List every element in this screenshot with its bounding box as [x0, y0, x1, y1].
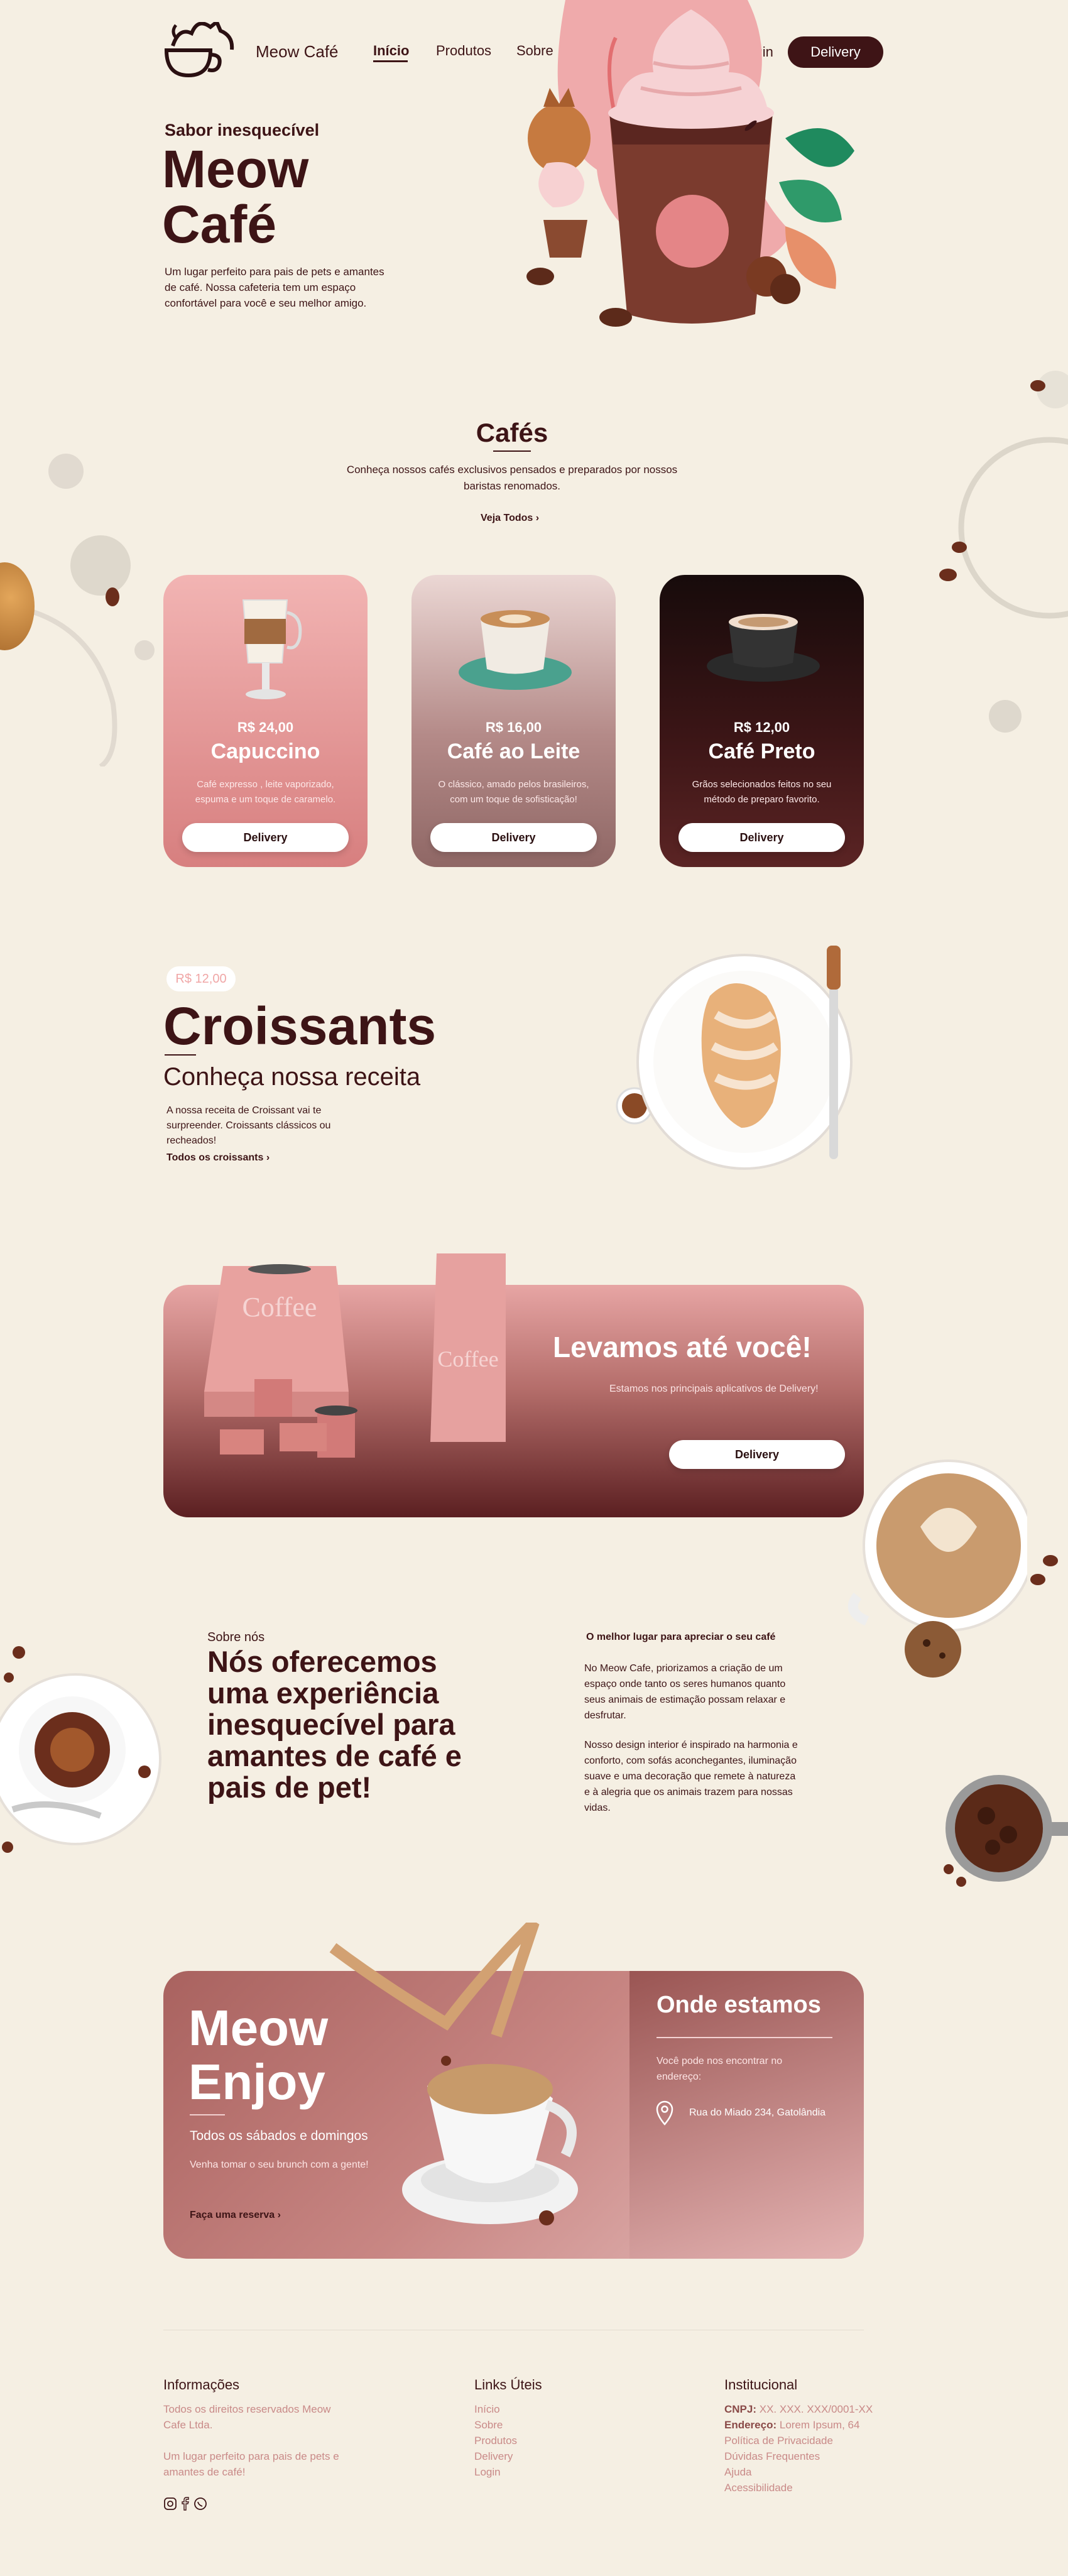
footer-link-delivery[interactable]: Delivery — [474, 2448, 513, 2464]
footer-link-inicio[interactable]: Início — [474, 2401, 500, 2417]
enjoy-title-line2: Enjoy — [188, 2054, 325, 2110]
facebook-icon[interactable] — [181, 2497, 190, 2511]
bag-label: Coffee — [437, 1346, 498, 1372]
footer-link-privacy[interactable]: Política de Privacidade — [724, 2433, 833, 2448]
cnpj-value: XX. XXX. XXX/0001-XX — [756, 2403, 873, 2415]
cafes-title: Cafés — [476, 418, 548, 447]
where-divider — [657, 2037, 832, 2038]
nav-produtos[interactable]: Produtos — [436, 43, 491, 59]
product-price: R$ 12,00 — [733, 719, 790, 735]
footer-cnpj: CNPJ: XX. XXX. XXX/0001-XX — [724, 2401, 873, 2417]
product-description: Café expresso , leite vaporizado, espuma… — [195, 779, 336, 805]
cafes-title-underline — [493, 450, 531, 452]
nav-active-underline — [373, 60, 408, 62]
coffee-bean-icon — [106, 587, 119, 606]
croissant-plate-illustration — [616, 946, 853, 1170]
product-price: R$ 24,00 — [237, 719, 294, 735]
croissants-title: Croissants — [163, 996, 437, 1056]
product-name: Café Preto — [708, 740, 815, 763]
coffee-bean-icon — [952, 542, 967, 553]
footer-link-login[interactable]: Login — [474, 2464, 501, 2480]
where-text: Você pode nos encontrar no endereço: — [657, 2056, 783, 2082]
cnpj-label: CNPJ: — [724, 2403, 757, 2415]
about-right-title: O melhor lugar para apreciar o seu café — [586, 1632, 776, 1642]
coffee-bean-icon — [1030, 380, 1045, 391]
address-value: Lorem Ipsum, 64 — [776, 2419, 860, 2431]
footer-info-text-2: Um lugar perfeito para pais de pets e am… — [163, 2450, 339, 2478]
croissant-price-badge: R$ 12,00 — [166, 966, 236, 991]
coffee-bean-icon — [1043, 1555, 1058, 1566]
cat-cup-logo-icon[interactable] — [160, 22, 237, 82]
cafes-see-all-link[interactable]: Veja Todos › — [481, 513, 539, 524]
hero-kicker: Sabor inesquecível — [165, 121, 320, 139]
about-paragraph-2: Nosso design interior é inspirado na har… — [584, 1740, 798, 1813]
about-kicker: Sobre nós — [207, 1630, 265, 1644]
delivery-banner-title: Levamos até você! — [553, 1331, 812, 1363]
footer-info-title: Informações — [163, 2377, 240, 2393]
product-name: Café ao Leite — [447, 740, 580, 763]
social-icons — [163, 2497, 207, 2511]
product-delivery-button[interactable]: Delivery — [678, 823, 845, 852]
coffee-bags-illustration: Coffee Coffee — [204, 1253, 506, 1458]
location-pin-icon — [656, 2100, 673, 2126]
cafes-subtitle: Conheça nossos cafés exclusivos pensados… — [346, 464, 678, 492]
coffee-stain-right-decoration — [958, 371, 1068, 733]
frappe-hero-illustration — [526, 0, 854, 327]
about-paragraph-1: No Meow Cafe, priorizamos a criação de u… — [584, 1663, 786, 1721]
coffee-bean-icon — [1030, 1574, 1045, 1585]
product-card: R$ 16,00 Café ao Leite O clássico, amado… — [411, 575, 616, 867]
footer-link-accessibility[interactable]: Acessibilidade — [724, 2480, 793, 2496]
product-card: R$ 24,00 Capuccino Café expresso , leite… — [163, 575, 368, 867]
footer-address: Endereço: Lorem Ipsum, 64 — [724, 2417, 859, 2433]
address-label: Endereço: — [724, 2419, 777, 2431]
espresso-cup-decoration — [0, 1646, 161, 1853]
product-card: R$ 12,00 Café Preto Grãos selecionados f… — [660, 575, 864, 867]
product-description: O clássico, amado pelos brasileiros, com… — [438, 779, 589, 805]
product-description: Grãos selecionados feitos no seu método … — [692, 779, 832, 805]
enjoy-reservation-link[interactable]: Faça uma reserva › — [190, 2210, 281, 2221]
product-delivery-button[interactable]: Delivery — [182, 823, 349, 852]
where-address: Rua do Miado 234, Gatolândia — [689, 2107, 826, 2118]
footer-link-faq[interactable]: Dúvidas Frequentes — [724, 2448, 820, 2464]
hero-description: Um lugar perfeito para pais de pets e am… — [165, 266, 384, 309]
where-title: Onde estamos — [657, 1992, 821, 2018]
instagram-icon[interactable] — [163, 2497, 177, 2511]
footer-link-help[interactable]: Ajuda — [724, 2464, 751, 2480]
croissants-link[interactable]: Todos os croissants › — [166, 1152, 270, 1164]
bag-label: Coffee — [242, 1292, 317, 1323]
latte-cup-icon — [459, 610, 572, 690]
black-coffee-cup-icon — [707, 614, 820, 682]
coffee-bean-icon — [939, 569, 957, 581]
footer-links-title: Links Úteis — [474, 2377, 542, 2393]
footer-link-produtos[interactable]: Produtos — [474, 2433, 517, 2448]
croissants-description: A nossa receita de Croissant vai te surp… — [166, 1105, 331, 1146]
footer-info-text-1: Todos os direitos reservados Meow Cafe L… — [163, 2403, 331, 2431]
hero-title-line1: Meow — [162, 139, 309, 199]
footer-inst-title: Institucional — [724, 2377, 798, 2393]
croissants-title-underline — [165, 1054, 196, 1056]
nav-inicio[interactable]: Início — [373, 43, 409, 59]
product-delivery-button[interactable]: Delivery — [430, 823, 597, 852]
latte-art-cup-decoration — [847, 1460, 1027, 1678]
delivery-banner-subtitle: Estamos nos principais aplicativos de De… — [609, 1384, 819, 1394]
croissants-subtitle: Conheça nossa receita — [163, 1063, 421, 1091]
coffee-beans-holder-decoration — [944, 1775, 1068, 1887]
hero-title-line2: Café — [162, 195, 277, 254]
capuccino-glass-icon — [242, 599, 302, 699]
delivery-banner-button[interactable]: Delivery — [669, 1440, 845, 1469]
brand-name[interactable]: Meow Café — [256, 42, 339, 62]
about-title: Nós oferecemos uma experiência inesquecí… — [207, 1645, 462, 1804]
product-name: Capuccino — [210, 740, 320, 763]
product-price: R$ 16,00 — [485, 719, 542, 735]
enjoy-divider — [190, 2114, 225, 2115]
enjoy-title-line1: Meow — [188, 2000, 329, 2056]
whatsapp-icon[interactable] — [193, 2497, 207, 2511]
coffee-splash-cup-illustration — [329, 1923, 578, 2225]
footer-link-sobre[interactable]: Sobre — [474, 2417, 503, 2433]
